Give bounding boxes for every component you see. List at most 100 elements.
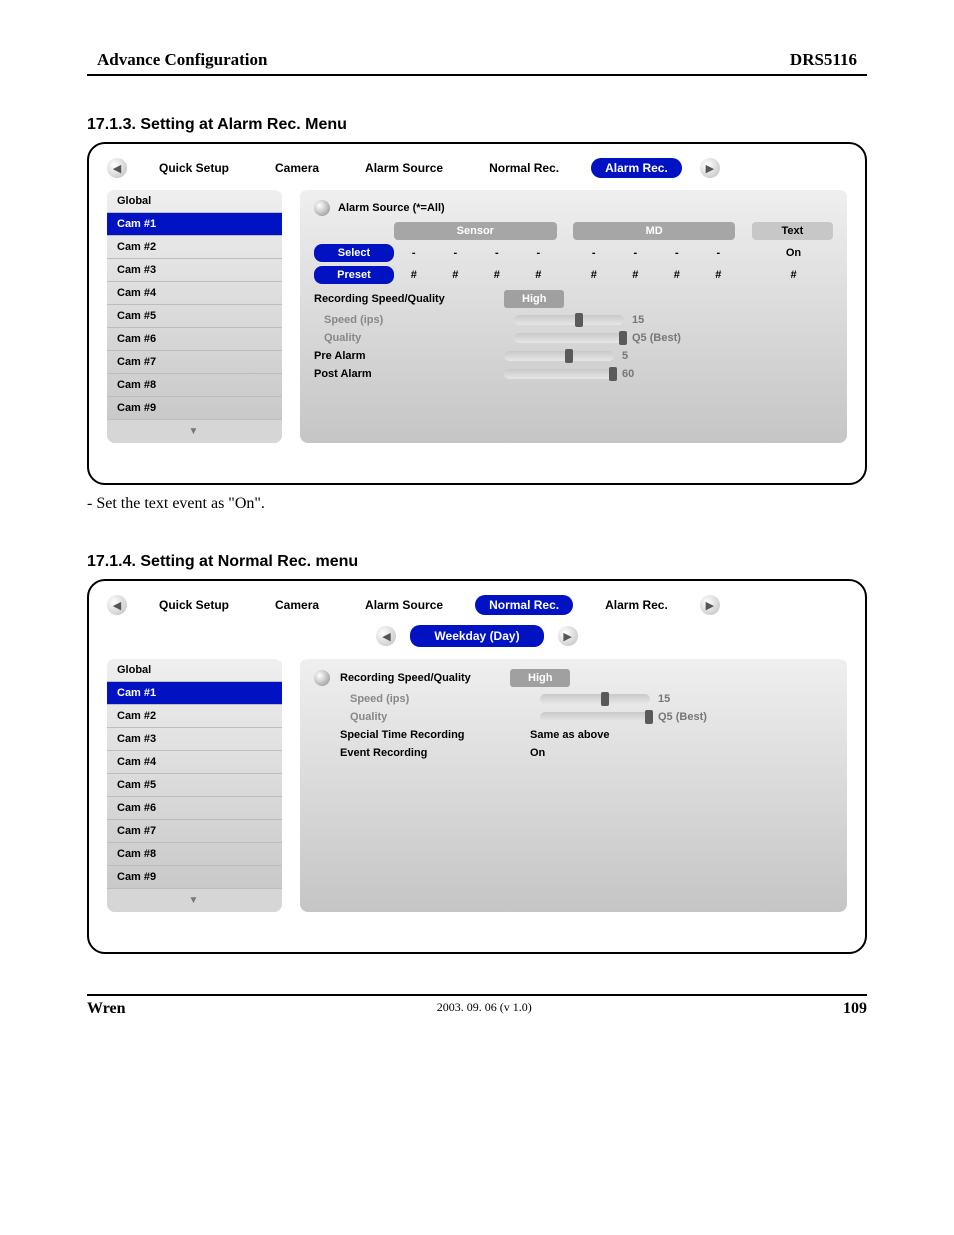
nav-prev-icon[interactable]: ◀ <box>107 595 127 615</box>
normal-main: Recording Speed/Quality High Speed (ips)… <box>300 657 847 912</box>
cam-item[interactable]: Cam #6 <box>107 797 282 820</box>
cam-item[interactable]: Cam #2 <box>107 236 282 259</box>
footer-left: Wren <box>87 1000 126 1018</box>
camera-list: Global Cam #1 Cam #2 Cam #3 Cam #4 Cam #… <box>107 188 282 443</box>
camera-list-2: Global Cam #1 Cam #2 Cam #3 Cam #4 Cam #… <box>107 657 282 912</box>
select-cell[interactable]: - <box>477 247 517 259</box>
alarm-source-title: Alarm Source (*=All) <box>338 202 445 214</box>
subtab-weekday[interactable]: Weekday (Day) <box>410 625 543 647</box>
tab-alarm-rec[interactable]: Alarm Rec. <box>591 158 682 178</box>
preset-cell[interactable]: # <box>616 269 656 281</box>
speed-slider[interactable] <box>514 315 624 325</box>
section1-note: - Set the text event as "On". <box>87 495 867 513</box>
footer-right: 109 <box>843 1000 867 1018</box>
quality-label-2: Quality <box>314 711 540 723</box>
rsq-label: Recording Speed/Quality <box>314 293 504 305</box>
select-cell[interactable]: - <box>394 247 434 259</box>
normal-rec-panel: ◀ Quick Setup Camera Alarm Source Normal… <box>87 579 867 954</box>
scroll-down-icon[interactable]: ▼ <box>107 889 282 912</box>
nav-prev-icon[interactable]: ◀ <box>107 158 127 178</box>
nav-next-icon[interactable]: ▶ <box>700 595 720 615</box>
nav-next-icon[interactable]: ▶ <box>700 158 720 178</box>
event-value[interactable]: On <box>530 747 545 759</box>
tab-normal-rec[interactable]: Normal Rec. <box>475 595 573 615</box>
quality-value-2: Q5 (Best) <box>658 711 728 723</box>
section-title-2: 17.1.4. Setting at Normal Rec. menu <box>87 553 867 571</box>
preset-cell[interactable]: # <box>699 269 739 281</box>
alarm-rec-panel: ◀ Quick Setup Camera Alarm Source Normal… <box>87 142 867 485</box>
cam-item[interactable]: Cam #9 <box>107 397 282 420</box>
cam-item[interactable]: Cam #1 <box>107 682 282 705</box>
cam-item[interactable]: Cam #8 <box>107 374 282 397</box>
select-cell[interactable]: - <box>657 247 697 259</box>
tab-quick-setup[interactable]: Quick Setup <box>145 158 243 178</box>
pre-alarm-slider[interactable] <box>504 351 614 361</box>
select-label[interactable]: Select <box>314 244 394 262</box>
select-cell[interactable]: - <box>436 247 476 259</box>
subtabs: ◀ Weekday (Day) ▶ <box>107 625 847 647</box>
subtab-next-icon[interactable]: ▶ <box>558 626 578 646</box>
rsq-value[interactable]: High <box>504 290 564 308</box>
quality-slider[interactable] <box>514 333 624 343</box>
post-alarm-slider[interactable] <box>504 369 614 379</box>
alarm-main: Alarm Source (*=All) Sensor MD Text Sele… <box>300 188 847 443</box>
cam-item[interactable]: Cam #7 <box>107 820 282 843</box>
cam-item[interactable]: Cam #7 <box>107 351 282 374</box>
header-left: Advance Configuration <box>97 50 267 70</box>
speed-value: 15 <box>632 314 702 326</box>
speed-value-2: 15 <box>658 693 728 705</box>
group-md: MD <box>573 222 736 240</box>
cam-item[interactable]: Cam #3 <box>107 259 282 282</box>
preset-cell[interactable]: # <box>394 269 434 281</box>
top-tabs-2: ◀ Quick Setup Camera Alarm Source Normal… <box>107 595 847 615</box>
cam-item[interactable]: Cam #5 <box>107 774 282 797</box>
preset-label[interactable]: Preset <box>314 266 394 284</box>
tab-alarm-source[interactable]: Alarm Source <box>351 158 457 178</box>
cam-item[interactable]: Cam #4 <box>107 751 282 774</box>
cam-item[interactable]: Cam #3 <box>107 728 282 751</box>
page-header: Advance Configuration DRS5116 <box>87 50 867 76</box>
quality-label: Quality <box>314 332 514 344</box>
footer-center: 2003. 09. 06 (v 1.0) <box>437 1000 532 1018</box>
preset-cell[interactable]: # <box>574 269 614 281</box>
select-cell[interactable]: - <box>574 247 614 259</box>
tab-camera[interactable]: Camera <box>261 158 333 178</box>
preset-cell[interactable]: # <box>436 269 476 281</box>
cam-global[interactable]: Global <box>107 190 282 213</box>
cam-global[interactable]: Global <box>107 659 282 682</box>
special-label: Special Time Recording <box>314 729 530 741</box>
select-cell[interactable]: - <box>519 247 559 259</box>
select-cell[interactable]: - <box>699 247 739 259</box>
cam-item[interactable]: Cam #8 <box>107 843 282 866</box>
scroll-down-icon[interactable]: ▼ <box>107 420 282 443</box>
speed-slider-2[interactable] <box>540 694 650 704</box>
cam-item[interactable]: Cam #4 <box>107 282 282 305</box>
pre-alarm-value: 5 <box>622 350 692 362</box>
preset-cell[interactable]: # <box>477 269 517 281</box>
select-text[interactable]: On <box>754 247 833 259</box>
tab-camera[interactable]: Camera <box>261 595 333 615</box>
rsq-value-2[interactable]: High <box>510 669 570 687</box>
cam-item[interactable]: Cam #2 <box>107 705 282 728</box>
select-cell[interactable]: - <box>616 247 656 259</box>
tab-quick-setup[interactable]: Quick Setup <box>145 595 243 615</box>
tab-alarm-source[interactable]: Alarm Source <box>351 595 457 615</box>
subtab-prev-icon[interactable]: ◀ <box>376 626 396 646</box>
quality-slider-2[interactable] <box>540 712 650 722</box>
post-alarm-value: 60 <box>622 368 692 380</box>
cam-item[interactable]: Cam #9 <box>107 866 282 889</box>
sphere-icon <box>314 670 330 686</box>
tab-alarm-rec[interactable]: Alarm Rec. <box>591 595 682 615</box>
cam-item[interactable]: Cam #6 <box>107 328 282 351</box>
preset-cell[interactable]: # <box>657 269 697 281</box>
speed-label: Speed (ips) <box>314 314 514 326</box>
sphere-icon <box>314 200 330 216</box>
preset-cell[interactable]: # <box>519 269 559 281</box>
cam-item[interactable]: Cam #1 <box>107 213 282 236</box>
special-value[interactable]: Same as above <box>530 729 610 741</box>
group-text: Text <box>752 222 833 240</box>
cam-item[interactable]: Cam #5 <box>107 305 282 328</box>
preset-text[interactable]: # <box>754 269 833 281</box>
tab-normal-rec[interactable]: Normal Rec. <box>475 158 573 178</box>
page-footer: Wren 2003. 09. 06 (v 1.0) 109 <box>87 994 867 1018</box>
